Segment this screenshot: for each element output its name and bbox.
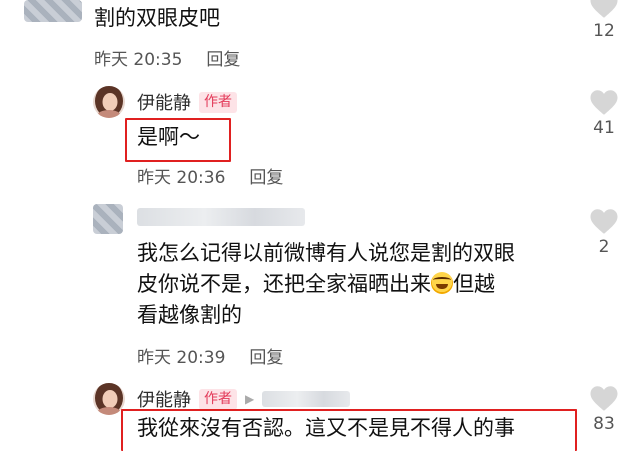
blurred-avatar[interactable] bbox=[93, 204, 123, 234]
blurred-username[interactable] bbox=[262, 391, 351, 407]
like-button[interactable]: 83 bbox=[584, 385, 624, 434]
comment-meta: 昨天 20:35 回复 bbox=[94, 45, 240, 70]
comment-text: 我怎么记得以前微博有人说您是割的双眼 皮你说不是，还把全家福晒出来 但越 看越像割… bbox=[137, 238, 577, 331]
like-button[interactable]: 41 bbox=[584, 89, 624, 138]
comment-meta: 昨天 20:36 回复 bbox=[137, 163, 283, 188]
comment-time: 昨天 20:36 bbox=[137, 168, 226, 188]
blurred-avatar[interactable] bbox=[24, 0, 82, 22]
comment-text: 我從來沒有否認。這又不是見不得人的事 bbox=[137, 416, 515, 440]
comment-meta: 昨天 20:39 回复 bbox=[137, 343, 283, 368]
heart-icon bbox=[590, 0, 618, 18]
blurred-username[interactable] bbox=[137, 208, 305, 226]
reply-arrow-icon: ▶ bbox=[245, 392, 255, 406]
heart-icon bbox=[590, 209, 618, 234]
comment-text: 是啊～ bbox=[137, 125, 200, 149]
like-button[interactable]: 2 bbox=[584, 208, 624, 257]
heart-icon bbox=[590, 386, 618, 411]
like-button[interactable]: 12 bbox=[584, 0, 624, 41]
like-count: 41 bbox=[593, 118, 615, 138]
author-badge: 作者 bbox=[199, 388, 237, 410]
author-avatar[interactable] bbox=[93, 86, 125, 118]
username[interactable]: 伊能静 bbox=[137, 89, 191, 115]
like-count: 2 bbox=[598, 237, 610, 257]
comment-text: 割的双眼皮吧 bbox=[94, 6, 220, 30]
comment-line: 看越像割的 bbox=[137, 303, 242, 327]
like-count: 12 bbox=[593, 21, 615, 41]
reply-button[interactable]: 回复 bbox=[206, 50, 240, 70]
comment-time: 昨天 20:35 bbox=[94, 50, 183, 70]
reply-button[interactable]: 回复 bbox=[249, 348, 283, 368]
author-badge: 作者 bbox=[199, 91, 237, 113]
comment-line: 我怎么记得以前微博有人说您是割的双眼 bbox=[137, 241, 515, 265]
like-count: 83 bbox=[593, 414, 615, 434]
comment-header: 伊能静 作者 bbox=[137, 89, 237, 115]
reply-button[interactable]: 回复 bbox=[249, 168, 283, 188]
comment-time: 昨天 20:39 bbox=[137, 348, 226, 368]
heart-icon bbox=[590, 90, 618, 115]
comment-line: 皮你说不是，还把全家福晒出来 但越 bbox=[137, 272, 495, 296]
laughing-emoji-icon bbox=[431, 272, 453, 294]
